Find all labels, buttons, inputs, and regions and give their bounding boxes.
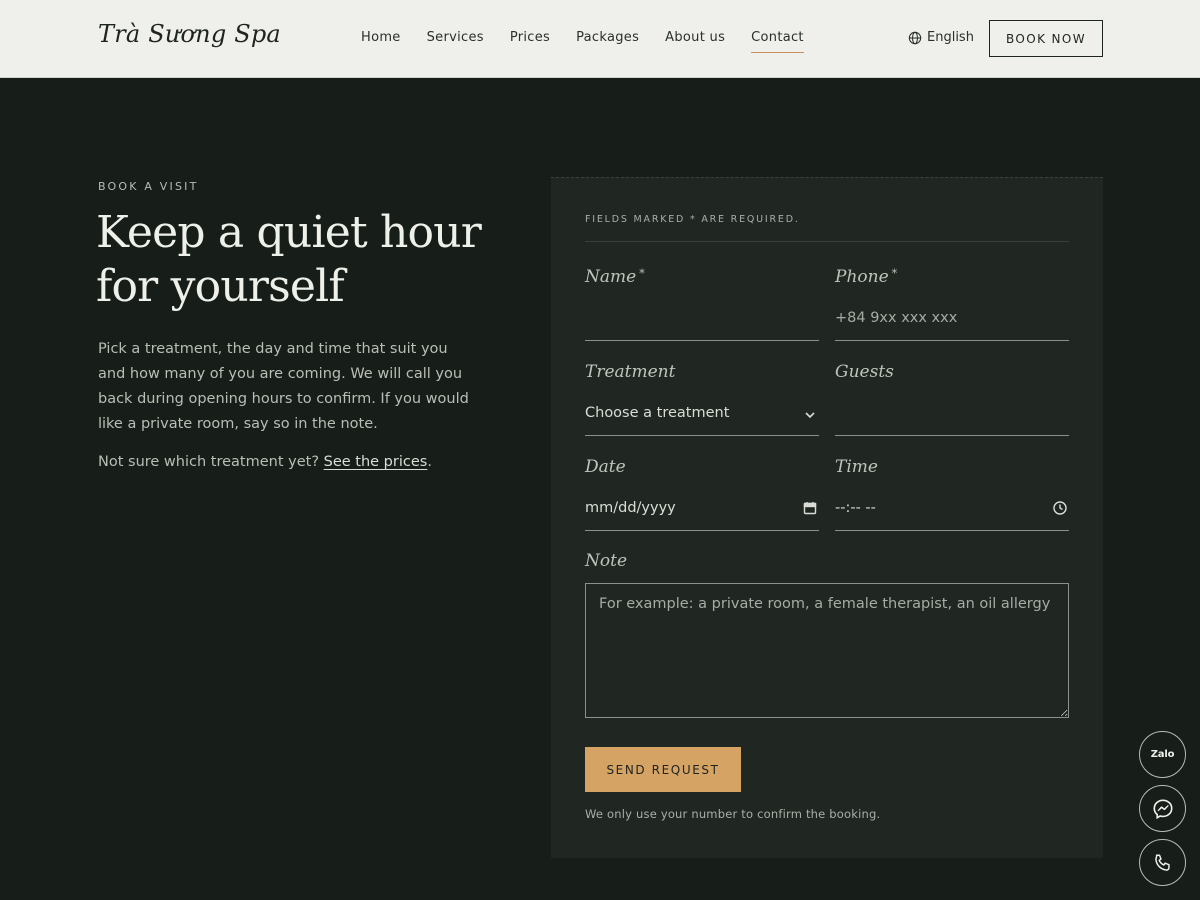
- nav-prices[interactable]: Prices: [510, 30, 550, 51]
- time-input[interactable]: --:-- --: [835, 500, 1069, 516]
- field-underline: [835, 340, 1069, 341]
- booking-form: FIELDS MARKED * ARE REQUIRED. Name * Phon…: [551, 177, 1103, 858]
- field-underline: [835, 435, 1069, 436]
- required-marker: *: [891, 267, 898, 280]
- time-field[interactable]: Time --:-- --: [835, 457, 1069, 551]
- name-field[interactable]: Name *: [585, 267, 819, 361]
- date-input[interactable]: mm/dd/yyyy: [585, 500, 819, 516]
- calendar-icon[interactable]: [803, 501, 817, 515]
- language-switcher[interactable]: English: [908, 30, 974, 45]
- nav-contact[interactable]: Contact: [751, 30, 804, 53]
- date-label: Date: [585, 457, 626, 477]
- section-eyebrow: BOOK A VISIT: [98, 180, 199, 193]
- prices-prompt: Not sure which treatment yet? See the pr…: [98, 450, 432, 475]
- zalo-button[interactable]: Zalo: [1139, 731, 1186, 778]
- messenger-button[interactable]: [1139, 785, 1186, 832]
- phone-input[interactable]: +84 9xx xxx xxx: [835, 310, 1069, 326]
- phone-call-button[interactable]: [1139, 839, 1186, 886]
- note-textarea[interactable]: [585, 583, 1069, 718]
- prices-prompt-text: Not sure which treatment yet?: [98, 454, 320, 470]
- field-underline: [585, 340, 819, 341]
- nav-home[interactable]: Home: [361, 30, 401, 51]
- name-label: Name *: [585, 267, 645, 287]
- phone-field[interactable]: Phone * +84 9xx xxx xxx: [835, 267, 1069, 361]
- site-header: Trà Sương Spa Home Services Prices Packa…: [0, 0, 1200, 78]
- phone-icon: [1154, 853, 1170, 871]
- field-underline: [585, 435, 819, 436]
- brand-logo[interactable]: Trà Sương Spa: [98, 20, 281, 48]
- chevron-down-icon[interactable]: [803, 408, 817, 422]
- prices-prompt-period: .: [427, 454, 432, 470]
- treatment-select[interactable]: Choose a treatment: [585, 405, 819, 421]
- book-now-button[interactable]: BOOK NOW: [989, 20, 1103, 57]
- treatment-label: Treatment: [585, 362, 676, 382]
- phone-label: Phone *: [835, 267, 897, 287]
- nav-about-us[interactable]: About us: [665, 30, 725, 51]
- divider: [585, 241, 1069, 242]
- required-fields-note: FIELDS MARKED * ARE REQUIRED.: [585, 214, 800, 225]
- date-field[interactable]: Date mm/dd/yyyy: [585, 457, 819, 551]
- nav-services[interactable]: Services: [427, 30, 484, 51]
- required-marker: *: [639, 267, 645, 280]
- globe-icon: [908, 31, 922, 44]
- page-headline: Keep a quiet hour for yourself: [96, 207, 482, 312]
- main-nav: Home Services Prices Packages About us C…: [361, 30, 804, 53]
- time-label: Time: [835, 457, 878, 477]
- note-label: Note: [585, 551, 628, 571]
- messenger-icon: [1152, 798, 1173, 819]
- treatment-field[interactable]: Treatment Choose a treatment: [585, 362, 819, 456]
- field-underline: [835, 530, 1069, 531]
- clock-icon[interactable]: [1053, 501, 1067, 515]
- privacy-note: We only use your number to confirm the b…: [585, 807, 881, 821]
- language-label: English: [927, 30, 974, 45]
- guests-field[interactable]: Guests: [835, 362, 1069, 456]
- name-label-text: Name: [585, 267, 637, 287]
- send-request-button[interactable]: SEND REQUEST: [585, 747, 741, 792]
- intro-text: Pick a treatment, the day and time that …: [98, 341, 469, 432]
- field-underline: [585, 530, 819, 531]
- guests-label: Guests: [835, 362, 894, 382]
- nav-packages[interactable]: Packages: [576, 30, 639, 51]
- zalo-label: Zalo: [1150, 749, 1175, 760]
- phone-label-text: Phone: [835, 267, 889, 287]
- see-prices-link[interactable]: See the prices: [324, 454, 428, 470]
